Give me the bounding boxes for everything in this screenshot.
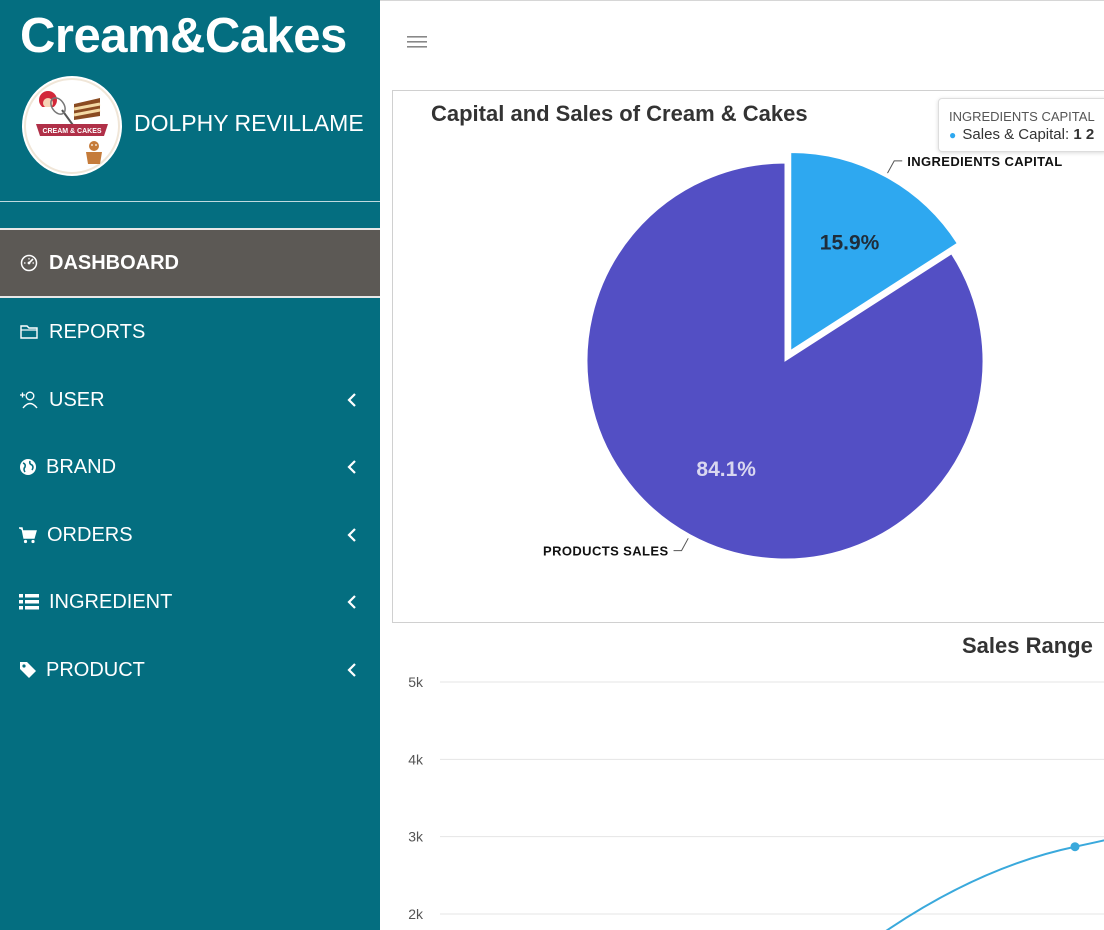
chevron-left-icon[interactable] (346, 660, 358, 680)
tag-icon (18, 660, 38, 680)
sidebar-item-ingredient[interactable]: INGREDIENT (0, 568, 380, 636)
pie-label-connector (887, 160, 903, 174)
cart-icon (18, 525, 38, 545)
sidebar-item-label: USER (49, 388, 105, 411)
sidebar-item-user[interactable]: USER (0, 366, 380, 434)
pie-slice-name-label: INGREDIENTS CAPITAL (907, 154, 1062, 169)
dashboard-gauge-icon (19, 253, 39, 273)
chevron-left-icon[interactable] (346, 457, 358, 477)
sidebar-item-label: PRODUCT (46, 658, 145, 681)
main-content: Capital and Sales of Cream & Cakes 15.9%… (380, 0, 1104, 930)
line-chart-title: Sales Range (962, 633, 1093, 658)
line-data-point[interactable] (1070, 842, 1080, 852)
avatar[interactable]: CREAM & CAKES (22, 76, 122, 176)
list-icon (19, 592, 39, 612)
sidebar-item-label: ORDERS (47, 523, 133, 546)
sidebar-item-brand[interactable]: BRAND (0, 433, 380, 501)
user-add-icon (19, 390, 39, 410)
y-tick-label: 2k (408, 906, 424, 922)
brand-title[interactable]: Cream&Cakes (20, 8, 347, 64)
sidebar-item-label: INGREDIENT (49, 590, 173, 613)
folder-icon (19, 322, 39, 342)
tooltip-series-dot-icon: ● (949, 128, 957, 142)
pie-slice-name-label: PRODUCTS SALES (543, 544, 669, 559)
logo-text: CREAM & CAKES (42, 128, 101, 135)
line-chart: 5k 4k 3k 2k (408, 674, 1104, 930)
y-tick-label: 3k (408, 829, 424, 845)
sidebar-item-product[interactable]: PRODUCT (0, 636, 380, 704)
globe-icon (18, 457, 38, 477)
sidebar-item-label: REPORTS (49, 320, 146, 343)
tooltip-value: 1 2 (1073, 126, 1095, 143)
pie-label-connector (673, 538, 689, 552)
pie-slice-percent-label: 84.1% (696, 458, 756, 481)
tooltip-line: ● Sales & Capital: 1 2 (949, 126, 1095, 143)
y-tick-label: 5k (408, 674, 424, 690)
app-window: Cream&Cakes CREAM & CAKES DOLPHY REVILLA… (0, 0, 1104, 930)
pie-chart: 15.9% INGREDIENTS CAPITAL 84.1% PRODUCTS SA… (543, 151, 1062, 560)
chart-tooltip: INGREDIENTS CAPITAL ● Sales & Capital: 1… (938, 98, 1104, 152)
sidebar-item-dashboard[interactable]: DASHBOARD (0, 228, 380, 298)
chevron-left-icon[interactable] (346, 525, 358, 545)
user-name: DOLPHY REVILLAME (134, 110, 364, 136)
sidebar-item-label: BRAND (46, 455, 117, 478)
hamburger-menu-icon[interactable] (407, 35, 427, 49)
pie-chart-card: Capital and Sales of Cream & Cakes 15.9%… (392, 90, 1104, 623)
sidebar: Cream&Cakes CREAM & CAKES DOLPHY REVILLA… (0, 0, 380, 930)
chevron-left-icon[interactable] (346, 592, 358, 612)
pie-slice-percent-label: 15.9% (820, 232, 880, 255)
tooltip-series: Sales & Capital (962, 126, 1065, 143)
sidebar-item-orders[interactable]: ORDERS (0, 501, 380, 569)
chevron-left-icon[interactable] (346, 390, 358, 410)
sidebar-divider (0, 201, 380, 202)
tooltip-title: INGREDIENTS CAPITAL (949, 109, 1095, 124)
sidebar-item-reports[interactable]: REPORTS (0, 298, 380, 366)
sidebar-item-label: DASHBOARD (49, 251, 179, 274)
y-tick-label: 4k (408, 751, 424, 767)
